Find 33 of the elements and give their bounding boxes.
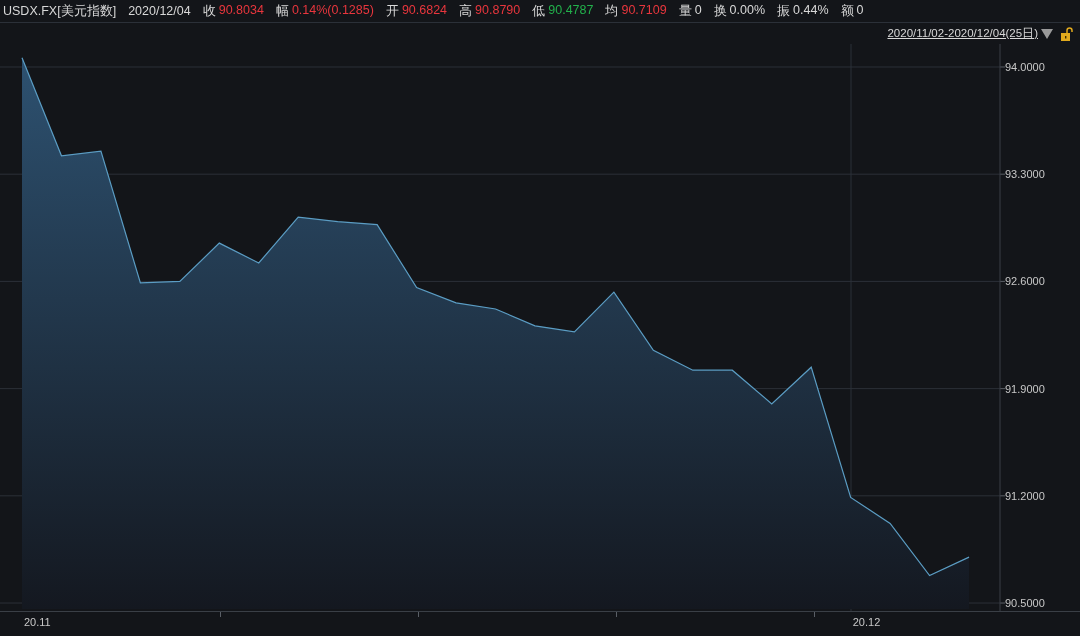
field-label: 振 xyxy=(777,2,791,20)
field-label: 换 xyxy=(713,2,727,20)
symbol-name: USDX.FX[美元指数] xyxy=(3,2,117,20)
x-axis-label: 20.11 xyxy=(24,616,51,630)
field-label: 幅 xyxy=(275,2,289,20)
y-axis-label: 94.0000 xyxy=(1005,60,1045,73)
field-value: 0 xyxy=(694,2,702,19)
field-label: 收 xyxy=(202,2,216,20)
y-axis-label: 92.6000 xyxy=(1005,275,1045,288)
x-axis-label: 20.12 xyxy=(852,616,881,630)
field-value: 0.14%(0.1285) xyxy=(291,2,374,19)
field-value: 90.8790 xyxy=(475,2,521,19)
field-label: 开 xyxy=(385,2,399,20)
lock-open-icon[interactable] xyxy=(1060,26,1074,41)
field-value: 0.00% xyxy=(729,2,766,19)
y-axis-label: 93.3000 xyxy=(1005,168,1045,181)
field-value: 90.8034 xyxy=(218,2,264,19)
field-label: 低 xyxy=(532,2,546,20)
field-label: 额 xyxy=(840,2,854,20)
y-axis-label: 91.9000 xyxy=(1005,382,1045,395)
y-axis-label: 91.2000 xyxy=(1005,489,1045,502)
field-label: 量 xyxy=(678,2,692,20)
quote-date: 2020/12/04 xyxy=(128,4,191,18)
field-value: 0 xyxy=(856,2,864,19)
field-value: 0.44% xyxy=(793,2,829,19)
dropdown-icon[interactable] xyxy=(1041,28,1053,39)
field-value: 90.6824 xyxy=(401,2,448,19)
field-label: 高 xyxy=(459,2,473,20)
field-value: 90.4787 xyxy=(548,2,594,19)
field-value: 90.7109 xyxy=(621,2,667,19)
date-range-link[interactable]: 2020/11/02-2020/12/04(25日) xyxy=(887,26,1038,41)
y-axis-label: 90.5000 xyxy=(1005,597,1045,610)
field-label: 均 xyxy=(605,2,619,20)
